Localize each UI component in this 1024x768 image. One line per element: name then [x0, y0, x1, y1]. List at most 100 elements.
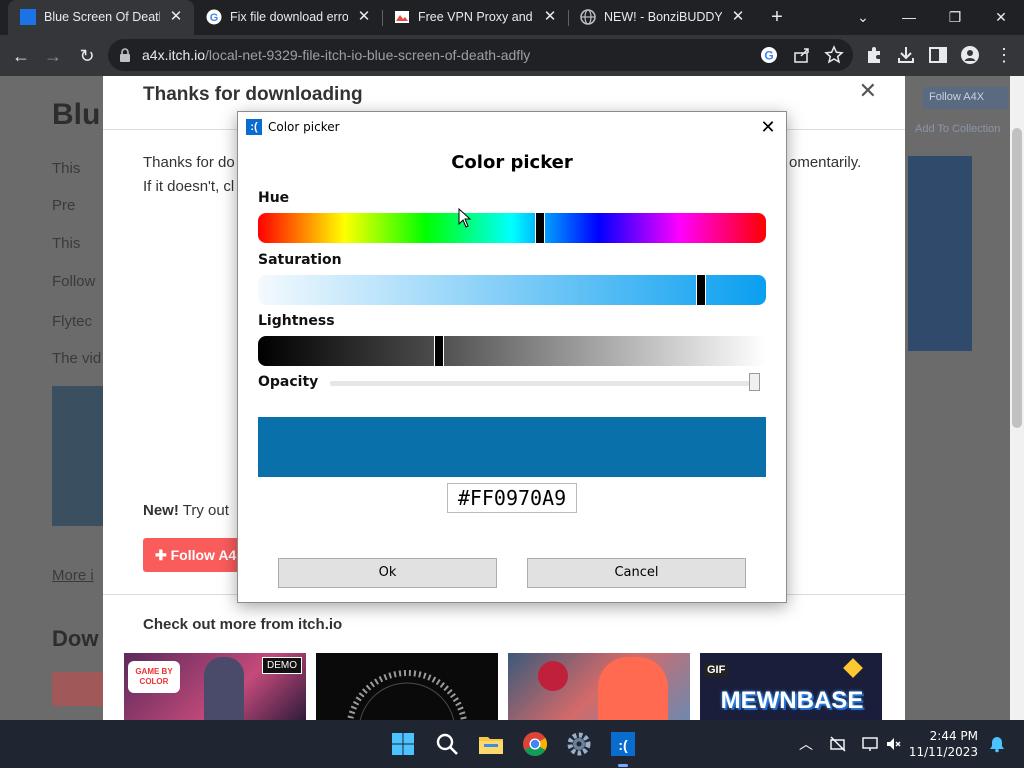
modal-text-line1-start: Thanks for do	[143, 154, 235, 171]
demo-badge: DEMO	[262, 657, 302, 674]
address-bar[interactable]: a4x.itch.io/local-net-9329-file-itch-io-…	[108, 39, 853, 71]
new-tab-plus-icon[interactable]: +	[765, 5, 789, 29]
ok-button[interactable]: Ok	[278, 558, 497, 588]
modal-title: Thanks for downloading	[143, 84, 363, 105]
dialog-close-icon[interactable]: ✕	[756, 115, 780, 139]
game-thumbnail[interactable]: GAME BY COLOR DEMO	[124, 653, 306, 720]
tab-search-chevron-icon[interactable]: ⌄	[848, 5, 878, 29]
url-text: a4x.itch.io/local-net-9329-file-itch-io-…	[142, 47, 530, 63]
forward-arrow-icon[interactable]: →	[38, 41, 68, 71]
close-tab-icon[interactable]: ✕	[356, 9, 372, 25]
close-tab-icon[interactable]: ✕	[168, 9, 184, 25]
bg-video-embed	[52, 386, 104, 526]
bsod-app-icon[interactable]: :(	[607, 728, 639, 760]
reload-icon[interactable]: ↻	[72, 41, 102, 71]
new-try-out-text: New! Try out	[143, 499, 229, 523]
file-explorer-icon[interactable]	[475, 728, 507, 760]
tab-strip: Blue Screen Of Death S ✕ G Fix file down…	[0, 0, 1024, 35]
tab-title: NEW! - BonziBUDDY!	[604, 10, 722, 24]
tab-free-vpn-proxy[interactable]: Free VPN Proxy and ad ✕	[382, 0, 568, 35]
windows-taskbar: :( ︿ 2:44 PM 11/11/2023	[0, 720, 1024, 768]
star-art	[843, 658, 863, 678]
profile-avatar-icon[interactable]	[960, 45, 980, 65]
hue-slider[interactable]	[258, 212, 766, 244]
rose-art	[538, 661, 568, 691]
saturation-label: Saturation	[258, 252, 342, 268]
extensions-puzzle-icon[interactable]	[864, 45, 884, 65]
lightness-slider-thumb[interactable]	[434, 335, 444, 367]
follow-label: Follow A4	[170, 547, 237, 563]
lightness-label: Lightness	[258, 313, 335, 329]
dialog-window-title: Color picker	[268, 120, 340, 134]
mewnbase-logo: MEWNBASE	[720, 687, 864, 714]
bg-link[interactable]: More i	[52, 567, 94, 584]
saturation-slider[interactable]	[258, 274, 766, 306]
bg-download-button[interactable]	[52, 672, 104, 706]
notification-bell-icon[interactable]	[988, 735, 1006, 753]
chrome-icon[interactable]	[519, 728, 551, 760]
browser-toolbar: ← → ↻ a4x.itch.io/local-net-9329-file-it…	[0, 35, 1024, 76]
try-out-label: Try out	[178, 502, 229, 519]
mouse-cursor-icon	[458, 208, 472, 228]
close-tab-icon[interactable]: ✕	[730, 9, 746, 25]
clock-time[interactable]: 2:44 PM	[930, 729, 978, 743]
windows-start-icon[interactable]	[387, 728, 419, 760]
tab-title: Blue Screen Of Death S	[44, 10, 160, 24]
display-icon[interactable]	[861, 735, 879, 753]
google-icon: G	[206, 9, 222, 25]
svg-text:G: G	[210, 12, 219, 24]
network-off-icon[interactable]	[829, 735, 847, 753]
saturation-slider-thumb[interactable]	[696, 274, 706, 306]
speaker-muted-icon[interactable]	[885, 735, 903, 753]
cancel-button[interactable]: Cancel	[527, 558, 746, 588]
opacity-slider-thumb[interactable]	[749, 373, 760, 391]
kebab-menu-icon[interactable]: ⋮	[994, 45, 1014, 65]
back-arrow-icon[interactable]: ←	[6, 41, 36, 71]
game-thumbnail[interactable]	[508, 653, 690, 720]
game-thumbnail[interactable]: GIF MEWNBASE	[700, 653, 882, 720]
google-lens-icon[interactable]: G	[759, 45, 779, 65]
tab-title: Fix file download error	[230, 10, 348, 24]
scrollbar-thumb[interactable]	[1012, 128, 1022, 428]
modal-close-icon[interactable]: ✕	[859, 78, 877, 104]
download-icon[interactable]	[896, 45, 916, 65]
opacity-label: Opacity	[258, 374, 319, 390]
lock-icon	[118, 47, 132, 63]
color-picker-dialog: :( Color picker ✕ Color picker Hue Satur…	[237, 111, 787, 603]
hue-slider-thumb[interactable]	[535, 212, 545, 244]
opacity-slider[interactable]	[330, 381, 760, 386]
page-scrollbar[interactable]	[1010, 76, 1024, 720]
robot-figure	[204, 657, 244, 720]
share-icon[interactable]	[792, 45, 812, 65]
modal-text-line1-end: omentarily.	[789, 154, 862, 171]
game-thumbnail[interactable]	[316, 653, 498, 720]
bookmark-star-icon[interactable]	[824, 45, 844, 65]
bg-follow-button[interactable]: Follow A4X	[923, 87, 1008, 109]
bg-line: Flytec	[52, 313, 93, 330]
close-tab-icon[interactable]: ✕	[542, 9, 558, 25]
bg-line: Pre	[52, 197, 76, 214]
svg-text::(: :(	[618, 737, 628, 753]
color-preview-swatch	[258, 417, 766, 477]
chevron-up-icon[interactable]: ︿	[797, 735, 815, 753]
plus-icon: ✚	[155, 547, 171, 563]
search-icon[interactable]	[431, 728, 463, 760]
minimize-icon[interactable]: —	[894, 5, 924, 29]
dialog-titlebar: :( Color picker ✕	[238, 112, 786, 142]
bg-add-to-collection[interactable]: Add To Collection	[908, 120, 1010, 140]
window-close-icon[interactable]: ✕	[986, 5, 1016, 29]
tab-bonzibuddy[interactable]: NEW! - BonziBUDDY! ✕	[568, 0, 756, 35]
lightness-slider[interactable]	[258, 335, 766, 367]
bg-line: The vid	[52, 350, 102, 367]
tab-fix-file-download[interactable]: G Fix file download error ✕	[194, 0, 382, 35]
restore-icon[interactable]: ❐	[940, 5, 970, 29]
tab-blue-screen-of-death[interactable]: Blue Screen Of Death S ✕	[8, 0, 194, 35]
settings-gear-icon[interactable]	[563, 728, 595, 760]
clock-date[interactable]: 11/11/2023	[909, 745, 978, 759]
bg-heading: Dow	[52, 626, 99, 651]
side-panel-icon[interactable]	[928, 45, 948, 65]
bg-line: Follow	[52, 273, 96, 290]
gif-badge: GIF	[704, 663, 729, 677]
active-app-indicator	[618, 764, 628, 767]
hex-value-field[interactable]: #FF0970A9	[447, 483, 577, 513]
